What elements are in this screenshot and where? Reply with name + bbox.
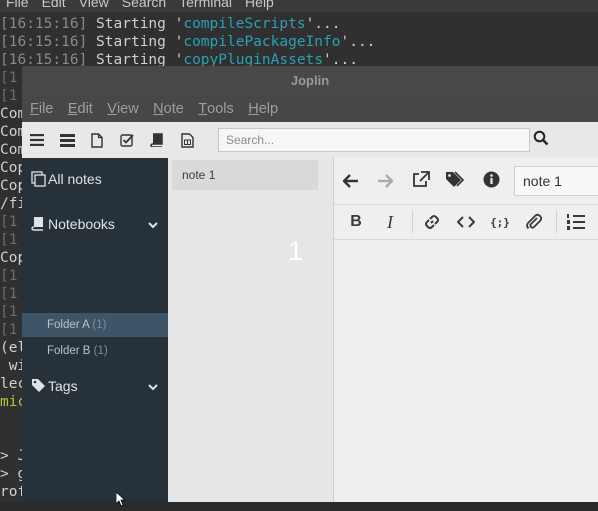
note-editor: note 1 B I {;} [334,158,598,502]
note-list: note 1 [168,158,334,502]
sidebar-notebooks-header[interactable]: Notebooks [22,211,168,237]
terminal-line-fragment: Com [0,124,24,140]
link-icon[interactable] [420,211,444,233]
folder-name: Folder B [47,345,91,357]
new-note-icon[interactable] [88,131,106,149]
terminal-menu-search[interactable]: Search [122,0,166,10]
forward-arrow-icon[interactable] [374,170,396,192]
menu-edit[interactable]: Edit [68,96,93,122]
notelist-toggle-icon[interactable] [58,131,76,149]
terminal-line-fragment: rof [0,484,24,500]
terminal-menubar: File Edit View Search Terminal Help [0,0,598,12]
sidebar-folder-b[interactable]: Folder B (1) [22,339,168,363]
terminal-line-fragment: wi [0,358,24,374]
code-icon[interactable] [454,211,478,233]
bold-button[interactable]: B [344,211,368,233]
attach-icon[interactable] [522,211,546,233]
terminal-line-fragment: [1 [0,214,18,230]
italic-button[interactable]: I [378,211,402,233]
terminal-menu-file[interactable]: File [6,0,29,10]
terminal-line-fragment: mic [0,394,24,410]
menu-view[interactable]: View [107,96,138,122]
layout-icon[interactable] [178,131,196,149]
info-icon[interactable] [480,168,502,190]
terminal-line-fragment: > g [0,466,24,482]
toolbar-separator [556,211,557,233]
mouse-cursor-icon [115,491,127,507]
sidebar-notebooks-label: Notebooks [48,216,115,232]
sidebar-toggle-icon[interactable] [28,131,46,149]
terminal-line-fragment: [1 [0,232,18,248]
chevron-down-icon[interactable] [147,380,159,392]
search-input[interactable]: Search... [218,128,530,152]
app-menubar: File Edit View Note Tools Help [22,96,598,122]
terminal-line-fragment: Com [0,142,24,158]
terminal-line-fragment: [1 [0,268,18,284]
back-arrow-icon[interactable] [340,170,362,192]
terminal-menu-terminal[interactable]: Terminal [179,0,232,10]
overlay-number: 1 [288,236,304,266]
menu-note[interactable]: Note [153,96,184,122]
terminal-menu-help[interactable]: Help [245,0,274,10]
code-block-icon[interactable]: {;} [488,211,512,233]
terminal-line-fragment: Cop [0,178,24,194]
terminal-line-fragment: > J [0,448,24,464]
folder-count: (1) [93,345,108,357]
sidebar-tags-label: Tags [48,378,78,394]
menu-tools[interactable]: Tools [198,96,233,122]
toolbar-separator [412,211,413,233]
terminal-line-fragment: /fi [0,196,24,212]
notes-icon [31,171,47,187]
terminal-line-fragment: Cop [0,160,24,176]
terminal-menu-edit[interactable]: Edit [42,0,66,10]
external-edit-icon[interactable] [410,168,432,190]
tags-icon[interactable] [444,168,466,190]
terminal-line: [16:15:16] Starting 'compilePackageInfo'… [0,34,376,50]
terminal-line-fragment: Cop [0,250,24,266]
sidebar-folder-a[interactable]: Folder A (1) [22,313,168,337]
ordered-list-icon[interactable] [564,211,588,233]
joplin-window: Joplin File Edit View Note Tools Help Se… [22,66,598,502]
folder-count: (1) [92,319,107,331]
window-title: Joplin [22,66,598,96]
terminal-line-fragment: [1 [0,88,18,104]
menu-help[interactable]: Help [248,96,278,122]
terminal-line-fragment: lec [0,376,24,392]
terminal-line-fragment: [1 [0,322,18,338]
search-icon[interactable] [533,130,553,150]
new-notebook-icon[interactable] [148,131,166,149]
terminal-line-fragment: [1 [0,70,18,86]
sidebar-all-notes-label: All notes [48,171,102,187]
note-title-input[interactable]: note 1 [514,166,598,196]
main-toolbar: Search... [22,122,598,158]
terminal-line-fragment: [1 [0,304,18,320]
markdown-toolbar: B I {;} [334,204,598,240]
sidebar: All notes Notebooks Folder A (1) Folder … [22,158,168,502]
terminal-line-fragment: [1 [0,286,18,302]
terminal-line-fragment: (el [0,340,24,356]
menu-file[interactable]: File [30,96,53,122]
note-list-item[interactable]: note 1 [172,160,318,190]
tags-icon [31,378,47,394]
sidebar-all-notes[interactable]: All notes [22,166,168,192]
terminal-menu-view[interactable]: View [79,0,109,10]
folder-name: Folder A [47,319,90,331]
new-todo-icon[interactable] [118,131,136,149]
chevron-down-icon[interactable] [147,218,159,230]
terminal-line: [16:15:16] Starting 'compileScripts'... [0,16,341,32]
sidebar-tags-header[interactable]: Tags [22,373,168,399]
notebook-icon [31,216,47,232]
terminal-line-fragment: Com [0,106,24,122]
